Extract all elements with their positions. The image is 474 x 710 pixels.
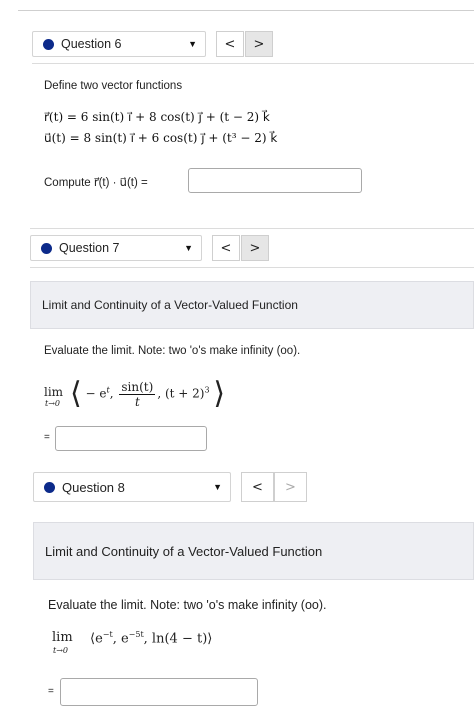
q8-limit-expression: lim t→0 ⟨e−t, e−5t, ln(4 − t)⟩ (52, 630, 292, 662)
prev-question-button[interactable]: < (216, 31, 244, 57)
banner-title: Limit and Continuity of a Vector-Valued … (42, 298, 298, 312)
status-dot-icon (41, 242, 52, 254)
divider (30, 267, 474, 268)
compute-label: Compute r⃗(t) · u⃗(t) = (44, 177, 148, 189)
fraction-numerator: sin(t) (119, 379, 156, 395)
u-vector-equation: u⃗(t) = 8 sin(t) i⃗ + 6 cos(t) j⃗ + (t³ … (44, 131, 278, 145)
expr-part-c: (t + 2) (164, 386, 205, 401)
next-question-button[interactable]: > (245, 31, 273, 57)
prev-question-button[interactable]: < (212, 235, 240, 261)
q8-instruction: Evaluate the limit. Note: two 'o's make … (48, 598, 327, 612)
caret-down-icon: ▼ (184, 243, 193, 253)
q7-instruction: Evaluate the limit. Note: two 'o's make … (44, 345, 301, 357)
expr-part-2: , e (112, 631, 129, 647)
chevron-left-icon: < (224, 36, 236, 52)
question-7-label: Question 7 (59, 241, 120, 255)
expr-part-3: , ln(4 − t)⟩ (143, 631, 213, 647)
question-6-label: Question 6 (61, 37, 122, 51)
chevron-right-icon: > (253, 36, 265, 52)
lim-operator: lim (44, 385, 64, 399)
question-8-selector[interactable]: Question 8 ▼ (33, 472, 231, 502)
expr-exponent-2: −5t (128, 630, 144, 639)
next-question-button[interactable]: > (274, 472, 307, 502)
right-angle-bracket: ⟩ (213, 376, 226, 411)
divider (30, 228, 474, 229)
q8-equals-sign: = (48, 686, 54, 697)
question-8-label: Question 8 (62, 479, 125, 495)
top-divider (18, 10, 474, 11)
question-7-selector[interactable]: Question 7 ▼ (30, 235, 202, 261)
caret-down-icon: ▼ (188, 39, 197, 49)
next-question-button[interactable]: > (241, 235, 269, 261)
q6-intro: Define two vector functions (44, 80, 183, 92)
chevron-right-icon: > (249, 240, 261, 256)
section-banner: Limit and Continuity of a Vector-Valued … (30, 281, 474, 329)
q6-answer-input[interactable] (188, 168, 362, 193)
fraction-denominator: t (134, 394, 140, 409)
expr-part-a: − e (85, 386, 107, 401)
section-banner: Limit and Continuity of a Vector-Valued … (33, 522, 474, 580)
lim-subscript: t→0 (53, 646, 69, 655)
fraction: sin(t) t (119, 379, 156, 409)
chevron-left-icon: < (220, 240, 232, 256)
expr-exponent-1: −t (102, 630, 113, 639)
expr-part-1: ⟨e (90, 631, 103, 647)
q7-answer-input[interactable] (55, 426, 207, 451)
status-dot-icon (44, 481, 55, 493)
expr-part-a-exponent: t (106, 385, 110, 395)
divider (32, 63, 474, 64)
caret-down-icon: ▼ (213, 482, 222, 492)
chevron-right-icon: > (285, 479, 296, 495)
question-6-selector[interactable]: Question 6 ▼ (32, 31, 206, 57)
expr-part-c-exponent: 3 (204, 385, 210, 395)
r-vector-equation: r⃗(t) = 6 sin(t) i⃗ + 8 cos(t) j⃗ + (t −… (44, 110, 270, 124)
chevron-left-icon: < (252, 479, 263, 495)
q7-limit-expression: lim t→0 ⟨ − et, sin(t) t , (t + 2)3 ⟩ (44, 376, 226, 411)
lim-subscript: t→0 (45, 399, 61, 408)
banner-title: Limit and Continuity of a Vector-Valued … (45, 543, 323, 559)
q7-equals-sign: = (44, 432, 50, 443)
lim-operator: lim (52, 630, 73, 645)
status-dot-icon (43, 38, 54, 50)
prev-question-button[interactable]: < (241, 472, 274, 502)
q8-answer-input[interactable] (60, 678, 258, 706)
left-angle-bracket: ⟨ (70, 376, 82, 411)
